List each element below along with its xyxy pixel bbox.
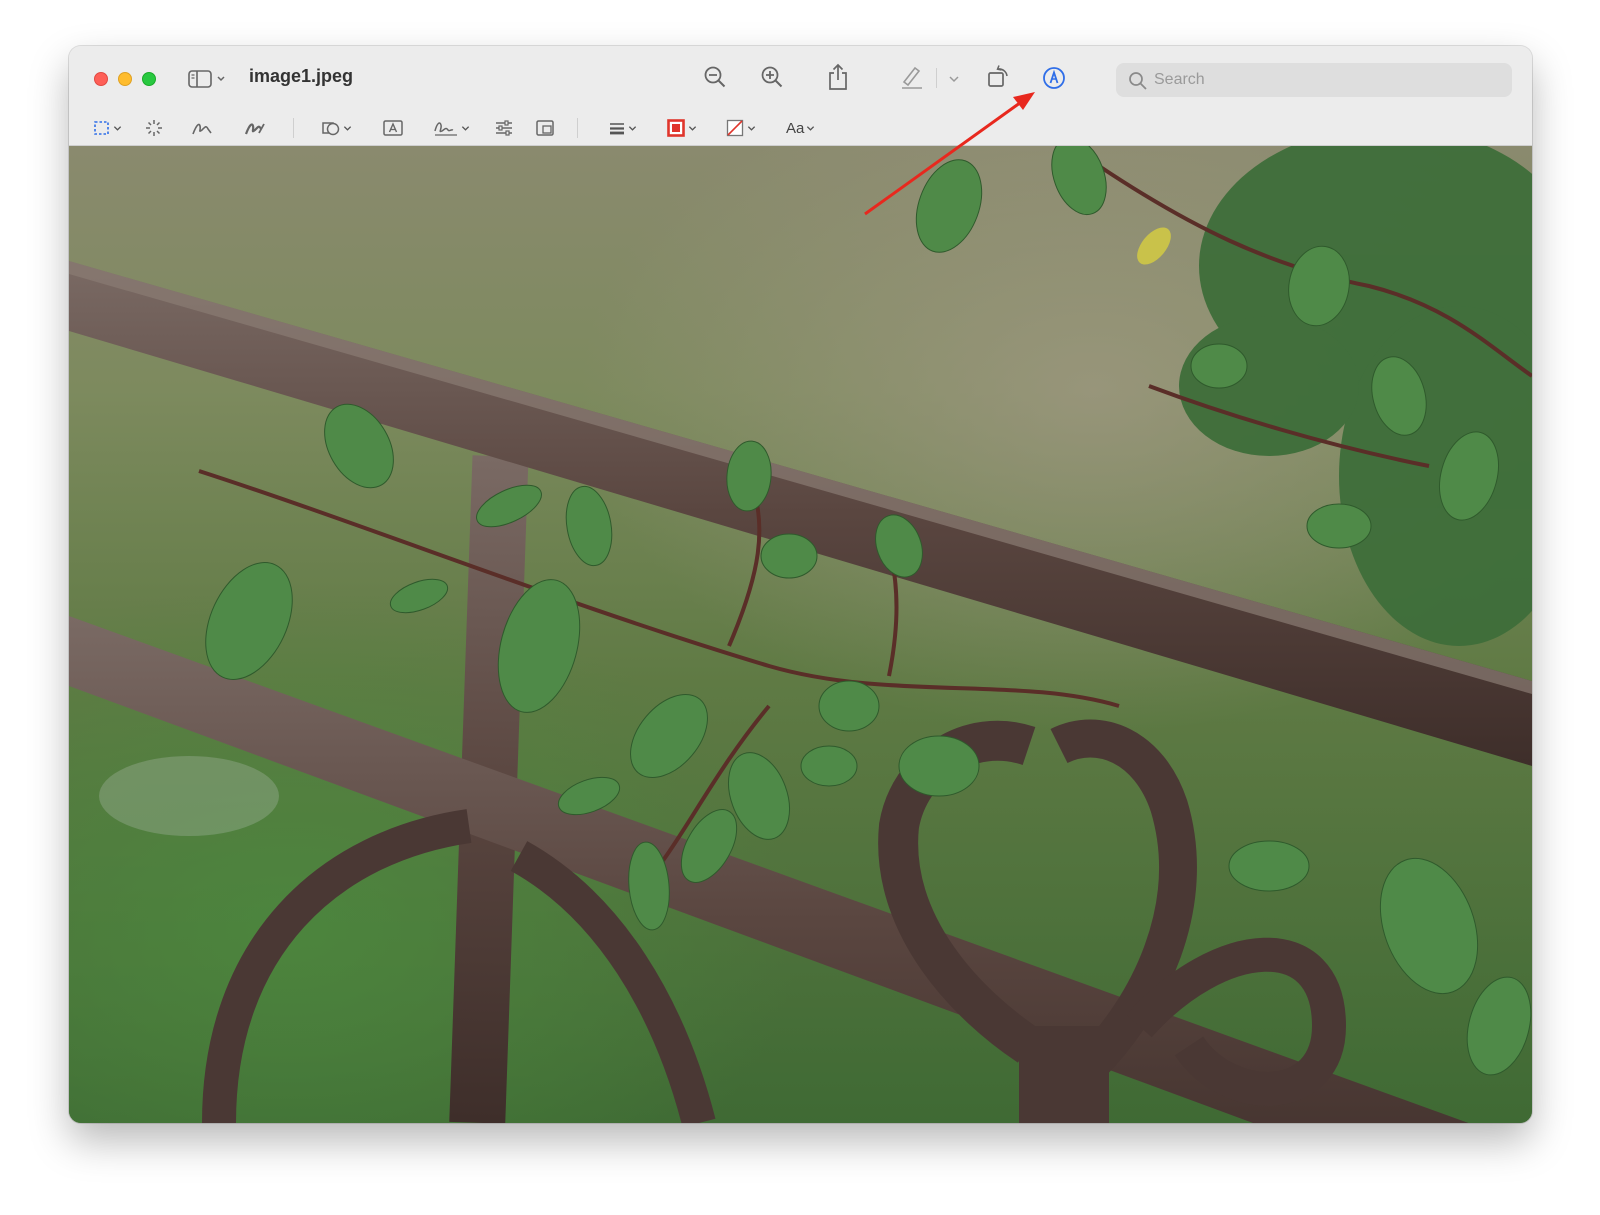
sign-button[interactable] bbox=[433, 117, 470, 139]
image-canvas[interactable] bbox=[69, 146, 1532, 1123]
adjust-size-icon bbox=[536, 120, 554, 136]
close-window-button[interactable] bbox=[94, 72, 108, 86]
border-color-button[interactable] bbox=[666, 117, 697, 139]
sketch-icon bbox=[192, 123, 212, 135]
adjust-color-button[interactable] bbox=[494, 117, 514, 139]
chevron-down-icon bbox=[113, 125, 122, 131]
adjust-color-icon bbox=[496, 120, 512, 136]
toolbar-divider bbox=[577, 118, 578, 138]
rotate-button[interactable] bbox=[986, 63, 1012, 89]
adjust-size-button[interactable] bbox=[535, 117, 555, 139]
markup-icon bbox=[1043, 67, 1065, 89]
markup-toolbar-button[interactable] bbox=[1041, 65, 1067, 91]
fence-photo bbox=[69, 146, 1532, 1123]
toolbar-divider bbox=[293, 118, 294, 138]
highlight-pen-icon bbox=[902, 66, 922, 89]
window-title: image1.jpeg bbox=[249, 66, 354, 86]
draw-tool-button[interactable] bbox=[244, 117, 266, 139]
signature-icon bbox=[434, 122, 457, 136]
zoom-in-button[interactable] bbox=[760, 65, 784, 89]
chevron-down-icon bbox=[688, 125, 697, 131]
shapes-icon bbox=[322, 122, 340, 136]
search-field[interactable]: Search bbox=[1116, 63, 1512, 97]
selection-tool-button[interactable] bbox=[93, 117, 122, 139]
text-box-icon bbox=[383, 120, 403, 136]
fill-color-button[interactable] bbox=[725, 117, 756, 139]
zoom-out-button[interactable] bbox=[703, 65, 727, 89]
chevron-down-icon bbox=[949, 76, 959, 83]
chevron-down-icon bbox=[461, 125, 470, 131]
chevron-down-icon bbox=[628, 125, 637, 131]
text-style-button[interactable]: Aa bbox=[786, 117, 815, 139]
search-icon bbox=[1129, 72, 1147, 90]
draw-icon bbox=[244, 123, 265, 135]
chevron-down-icon bbox=[747, 125, 756, 131]
zoom-in-icon bbox=[761, 66, 783, 88]
highlight-button[interactable] bbox=[899, 64, 925, 90]
share-button[interactable] bbox=[827, 63, 849, 91]
toolbar-divider bbox=[936, 68, 937, 88]
rotate-icon bbox=[988, 65, 1008, 87]
fill-color-icon bbox=[726, 119, 744, 137]
sidebar-toggle-button[interactable] bbox=[188, 68, 228, 90]
sketch-tool-button[interactable] bbox=[191, 117, 213, 139]
chevron-down-icon bbox=[343, 125, 352, 131]
highlight-options-button[interactable] bbox=[948, 74, 960, 84]
instant-alpha-button[interactable] bbox=[144, 117, 164, 139]
title-bar: image1.jpeg Search bbox=[69, 46, 1532, 110]
search-placeholder: Search bbox=[1154, 71, 1205, 88]
sidebar-toggle-icon bbox=[188, 70, 225, 88]
line-style-icon bbox=[610, 123, 624, 135]
instant-alpha-icon bbox=[146, 120, 162, 136]
share-icon bbox=[829, 63, 847, 90]
zoom-out-icon bbox=[704, 66, 726, 88]
preview-window: image1.jpeg Search Aa bbox=[69, 46, 1532, 1123]
minimize-window-button[interactable] bbox=[118, 72, 132, 86]
shapes-button[interactable] bbox=[321, 117, 352, 139]
rectangular-selection-icon bbox=[94, 121, 109, 135]
zoom-window-button[interactable] bbox=[142, 72, 156, 86]
markup-toolbar: Aa bbox=[69, 110, 1532, 146]
shape-style-button[interactable] bbox=[608, 117, 637, 139]
border-color-icon bbox=[667, 119, 685, 137]
chevron-down-icon bbox=[807, 125, 815, 131]
text-box-button[interactable] bbox=[382, 117, 404, 139]
text-style-label: Aa bbox=[786, 119, 805, 137]
